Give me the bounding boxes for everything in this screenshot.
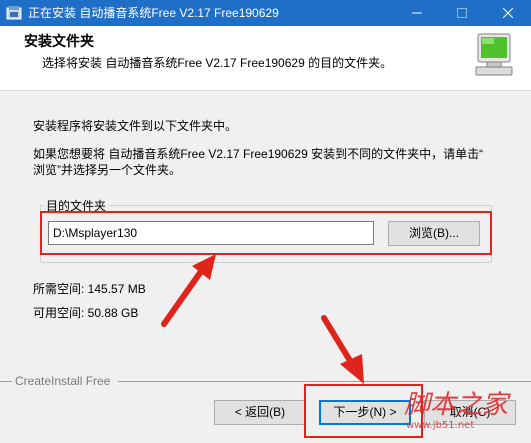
computer-icon: [475, 33, 513, 76]
intro-text: 安装程序将安装文件到以下文件夹中。: [33, 119, 238, 133]
space-available: 可用空间: 50.88 GB: [33, 306, 139, 320]
installer-brand: CreateInstall Free: [15, 374, 111, 388]
title-bar: 正在安装 自动播音系统Free V2.17 Free190629: [0, 0, 531, 26]
browse-button[interactable]: 浏览(B)...: [388, 221, 480, 246]
page-subtitle: 选择将安装 自动播音系统Free V2.17 Free190629 的目的文件夹…: [42, 56, 393, 70]
minimize-button[interactable]: [394, 0, 440, 26]
minimize-icon: [412, 12, 422, 14]
arrow-to-next-icon: [321, 315, 364, 384]
window-title: 正在安装 自动播音系统Free V2.17 Free190629: [28, 6, 279, 20]
close-icon: [503, 8, 513, 18]
space-required: 所需空间: 145.57 MB: [33, 282, 146, 296]
footer-divider-left: [0, 381, 12, 382]
installer-window: 正在安装 自动播音系统Free V2.17 Free190629 安装文件夹 选…: [0, 0, 531, 443]
page-title: 安装文件夹: [24, 33, 94, 49]
maximize-icon: [457, 8, 467, 18]
destination-path-input[interactable]: [48, 221, 374, 245]
installer-app-icon: [6, 6, 22, 20]
instruction-line-1: 如果您想要将 自动播音系统Free V2.17 Free190629 安装到不同…: [33, 147, 484, 161]
cancel-button[interactable]: 取消(C): [424, 400, 516, 425]
close-button[interactable]: [485, 0, 531, 26]
back-button[interactable]: < 返回(B): [214, 400, 306, 425]
instruction-line-2: 浏览”并选择另一个文件夹。: [33, 163, 181, 177]
footer-divider-right: [118, 381, 531, 382]
next-button[interactable]: 下一步(N) >: [319, 400, 411, 425]
maximize-button: [439, 0, 485, 26]
wizard-header: 安装文件夹 选择将安装 自动播音系统Free V2.17 Free190629 …: [0, 26, 531, 91]
destination-group-label: 目的文件夹: [44, 197, 109, 214]
